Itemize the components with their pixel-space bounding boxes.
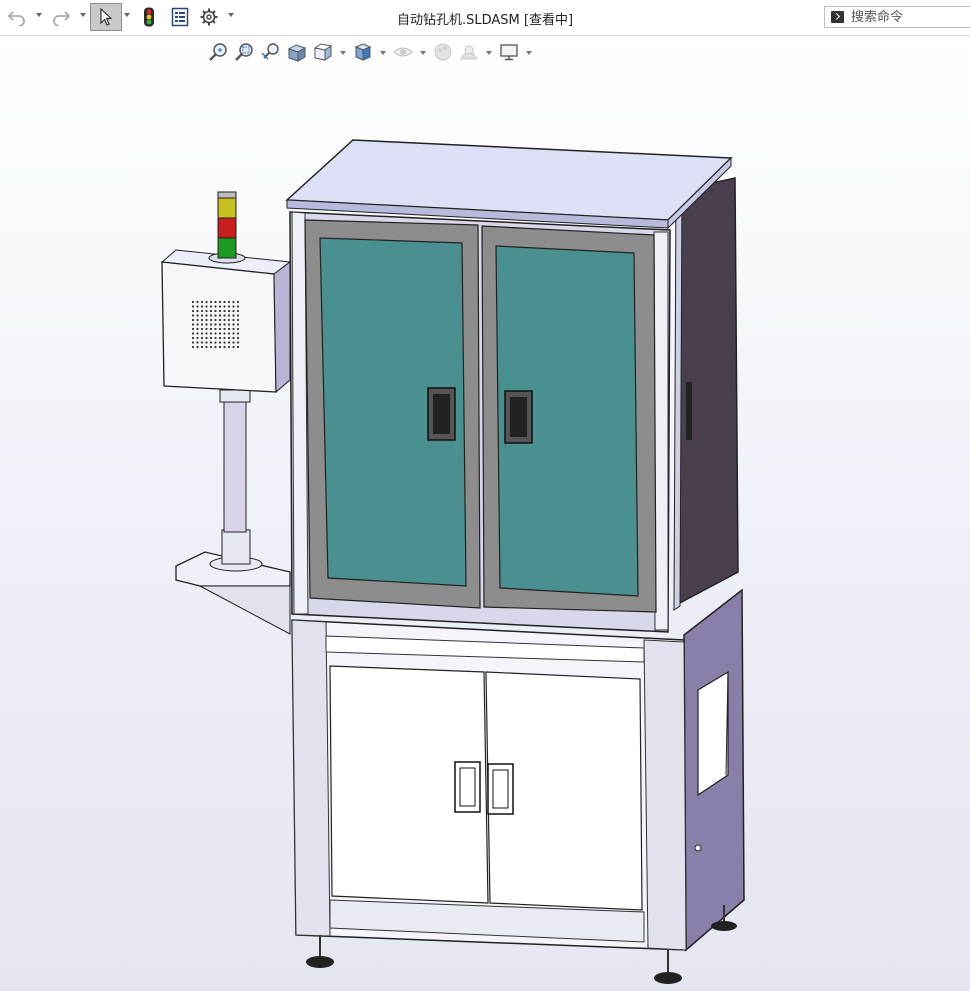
options-dropdown-caret[interactable] bbox=[228, 13, 234, 17]
select-pointer-icon bbox=[100, 7, 113, 26]
traffic-light-icon bbox=[144, 7, 154, 27]
search-box[interactable] bbox=[824, 6, 970, 28]
signal-tower-light bbox=[208, 191, 246, 264]
redo-dropdown-caret[interactable] bbox=[80, 13, 86, 17]
search-commands-input[interactable] bbox=[851, 9, 969, 25]
redo-icon bbox=[53, 11, 71, 26]
rebuild-button[interactable] bbox=[138, 5, 160, 29]
undo-button[interactable] bbox=[4, 5, 30, 29]
electrical-control-box bbox=[160, 249, 292, 394]
options-button[interactable] bbox=[198, 5, 220, 29]
select-dropdown-caret[interactable] bbox=[124, 13, 130, 17]
lower-cabinet bbox=[291, 619, 687, 951]
title-bar: 自动钻孔机.SLDASM [查看中] bbox=[0, 0, 970, 36]
options-gear-icon bbox=[200, 8, 218, 26]
graphics-viewport[interactable] bbox=[0, 36, 970, 991]
file-properties-button[interactable] bbox=[168, 5, 192, 29]
select-button[interactable] bbox=[90, 3, 122, 31]
control-box-column bbox=[209, 389, 263, 572]
command-prompt-icon bbox=[831, 11, 844, 23]
undo-icon bbox=[7, 11, 25, 26]
file-properties-icon bbox=[171, 7, 189, 27]
redo-button[interactable] bbox=[48, 5, 74, 29]
drilling-machine-model[interactable] bbox=[0, 36, 970, 991]
undo-dropdown-caret[interactable] bbox=[36, 13, 42, 17]
